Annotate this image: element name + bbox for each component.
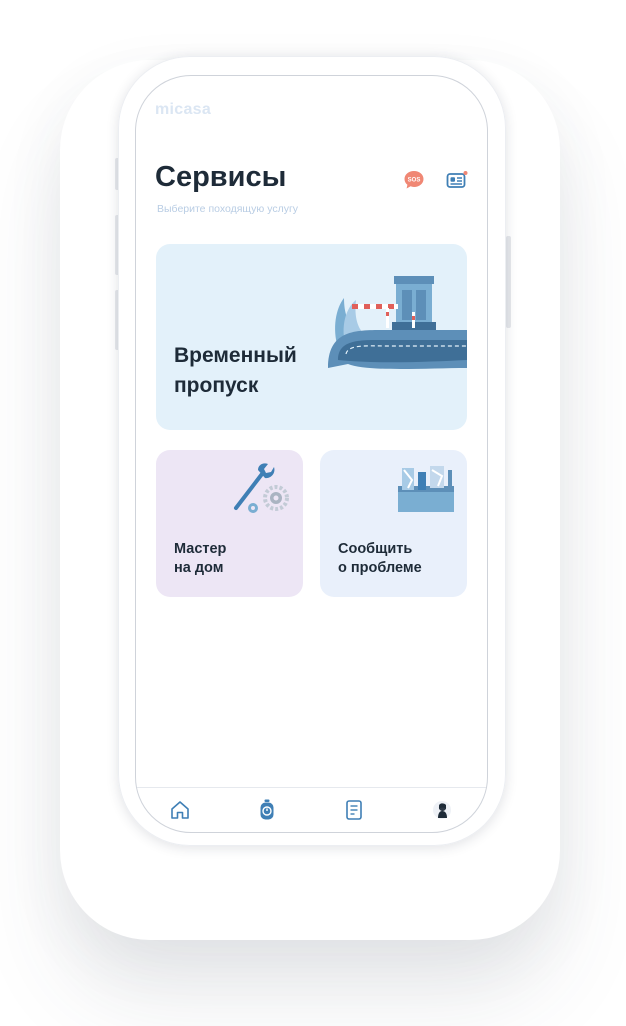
master-line2: на дом [174, 560, 224, 576]
temporary-pass-line2: пропуск [174, 374, 259, 397]
report-line1: Сообщить [338, 541, 413, 557]
app-logo: micasa [155, 101, 212, 118]
power-button [506, 236, 511, 328]
master-line1: Мастер [174, 541, 227, 557]
report-line2: о проблеме [338, 560, 422, 576]
page-title: Сервисы [155, 161, 287, 193]
report-label: Сообщить о проблеме [338, 540, 422, 578]
temporary-pass-card[interactable]: Временный пропуск [156, 244, 467, 430]
tab-bar [136, 787, 487, 832]
profile-tab[interactable] [430, 798, 454, 822]
temporary-pass-line1: Временный [174, 344, 297, 367]
documents-tab[interactable] [342, 798, 366, 822]
master-label: Мастер на дом [174, 540, 226, 578]
sos-text: SOS [408, 178, 421, 184]
avatar-icon [433, 801, 451, 819]
services-icon [260, 799, 274, 820]
home-icon [171, 801, 189, 819]
master-at-home-card[interactable]: Мастер на дом [156, 450, 303, 597]
id-card-icon[interactable] [445, 170, 469, 190]
wrench-gears-illustration [234, 463, 289, 513]
temporary-pass-label: Временный пропуск [174, 341, 297, 401]
page-subtitle: Выберите походящую услугу [157, 203, 299, 215]
sos-icon[interactable]: SOS [403, 170, 425, 190]
home-tab[interactable] [168, 798, 192, 822]
document-icon [346, 800, 362, 820]
report-problem-card[interactable]: Сообщить о проблеме [320, 450, 467, 597]
services-tab[interactable] [255, 798, 279, 822]
toolbox-illustration [398, 466, 454, 512]
barrier-gate-illustration [328, 276, 467, 369]
app-screen: micasa Сервисы Выберите походящую услугу… [135, 75, 488, 833]
